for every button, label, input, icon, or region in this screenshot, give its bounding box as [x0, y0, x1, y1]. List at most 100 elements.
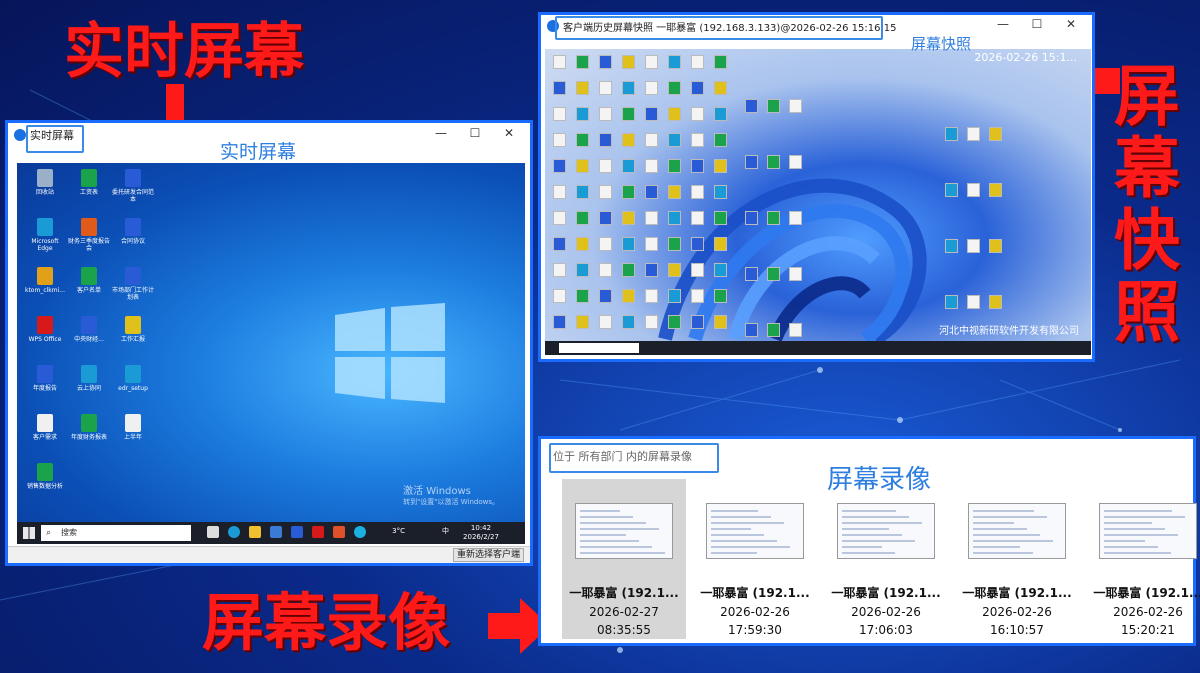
snapshot-window: 客户端历史屏幕快照 一耶暴富 (192.168.3.133)@2026-02-2… — [538, 12, 1095, 362]
desktop-icon[interactable]: 工资表 — [67, 169, 111, 196]
recording-time: 16:10:57 — [990, 623, 1044, 637]
snapshot-desktop-icon — [668, 263, 681, 277]
mail-icon[interactable] — [291, 526, 303, 538]
snapshot-desktop-icon — [714, 159, 727, 173]
snapshot-desktop-icon — [599, 263, 612, 277]
desktop-icon[interactable]: 市场部门工作计划表 — [111, 267, 155, 301]
snapshot-desktop-icon — [645, 185, 658, 199]
recording-item[interactable]: 一耶暴富 (192.1... 2026-02-27 08:35:55 — [562, 479, 686, 639]
thumbnail-line — [1104, 534, 1178, 536]
store-icon[interactable] — [270, 526, 282, 538]
snapshot-big-label: 屏幕快照 — [1114, 60, 1194, 348]
snapshot-desktop-icon — [622, 211, 635, 225]
file-icon — [125, 365, 141, 383]
snapshot-desktop-icon — [553, 81, 566, 95]
snapshot-desktop-icon — [967, 183, 980, 197]
recording-item[interactable]: 一耶暴富 (192.1... 2026-02-26 16:10:57 — [955, 479, 1079, 639]
desktop-icon-label: 工作汇报 — [120, 336, 145, 343]
desktop-icon[interactable]: 合同协议 — [111, 218, 155, 245]
thumbnail-line — [711, 528, 751, 530]
snapshot-desktop-icon — [645, 133, 658, 147]
explorer-icon[interactable] — [249, 526, 261, 538]
desktop-icon-label: 委托研发合同范本 — [111, 189, 154, 203]
desktop-icon-label: 工资表 — [79, 189, 98, 196]
desktop-icon[interactable]: 客户名单 — [67, 267, 111, 294]
maximize-button[interactable]: ☐ — [1020, 17, 1054, 31]
desktop-icon[interactable]: 客户需求 — [23, 414, 67, 441]
minimize-button[interactable]: — — [424, 126, 458, 140]
taskbar-search[interactable]: ⌕ 搜索 — [41, 525, 191, 541]
close-button[interactable]: ✕ — [492, 126, 526, 140]
app-icon-3[interactable] — [354, 526, 366, 538]
recording-date: 2026-02-26 — [851, 605, 921, 619]
edge-icon[interactable] — [228, 526, 240, 538]
snapshot-desktop-icon — [789, 267, 802, 281]
desktop-icon[interactable]: 工作汇报 — [111, 316, 155, 343]
recording-item[interactable]: 一耶暴富 (192.1... 2026-02-26 17:59:30 — [693, 479, 817, 639]
desktop-icon[interactable]: 财务三季度报告会 — [67, 218, 111, 252]
snapshot-desktop-icon — [553, 159, 566, 173]
recording-time: 08:35:55 — [597, 623, 651, 637]
snapshot-desktop-icon — [945, 295, 958, 309]
snapshot-desktop-icon — [691, 159, 704, 173]
thumbnail-line — [711, 540, 777, 542]
desktop-icon[interactable]: 回收站 — [23, 169, 67, 196]
snapshot-desktop-icon — [691, 81, 704, 95]
recording-item[interactable]: 一耶暴富 (192.1... 2026-02-26 17:06:03 — [824, 479, 948, 639]
clock[interactable]: 10:42 2026/2/27 — [461, 524, 501, 542]
file-icon — [37, 169, 53, 187]
desktop-icon[interactable]: edr_setup — [111, 365, 155, 392]
recording-item[interactable]: 一耶暴富 (192.1... 2026-02-26 15:20:21 — [1086, 479, 1200, 639]
snapshot-desktop-icon — [714, 107, 727, 121]
start-icon[interactable] — [23, 527, 35, 539]
desktop-icon[interactable]: Microsoft Edge — [23, 218, 67, 252]
snapshot-desktop-icon — [576, 263, 589, 277]
desktop-icon[interactable]: 年度报告 — [23, 365, 67, 392]
task-view-icon[interactable] — [207, 526, 219, 538]
desktop-icon-label: 年度财务报表 — [70, 434, 107, 441]
recording-thumbnail — [575, 503, 673, 559]
snapshot-desktop-icon — [645, 263, 658, 277]
reselect-client-button[interactable]: 重新选择客户端 — [452, 548, 524, 562]
snapshot-desktop-icon — [714, 237, 727, 251]
thumbnail-line — [1104, 522, 1152, 524]
thumbnail-line — [711, 534, 764, 536]
thumbnail-line — [580, 540, 639, 542]
snapshot-desktop-icon — [767, 155, 780, 169]
maximize-button[interactable]: ☐ — [458, 126, 492, 140]
snapshot-desktop-icon — [789, 155, 802, 169]
close-button[interactable]: ✕ — [1054, 17, 1088, 31]
snapshot-desktop-icon — [745, 155, 758, 169]
thumbnail-line — [580, 534, 626, 536]
snapshot-desktop-icon — [645, 107, 658, 121]
recording-thumbnail — [706, 503, 804, 559]
file-icon — [81, 316, 97, 334]
desktop-icon[interactable]: 上半年 — [111, 414, 155, 441]
taskbar-search-box — [559, 343, 639, 353]
weather-text: 3°C — [392, 527, 405, 535]
wps-icon[interactable] — [312, 526, 324, 538]
recording-name: 一耶暴富 (192.1... — [1093, 586, 1200, 600]
location-highlight — [549, 443, 719, 473]
search-label: 搜索 — [61, 528, 77, 537]
snapshot-desktop-icon — [668, 107, 681, 121]
ime-indicator[interactable]: 中 — [442, 527, 449, 536]
snapshot-desktop-icon — [691, 185, 704, 199]
file-icon — [125, 218, 141, 236]
snapshot-desktop-icon — [576, 315, 589, 329]
desktop-icon[interactable]: 云上协同 — [67, 365, 111, 392]
app-icon-2[interactable] — [333, 526, 345, 538]
desktop-icon[interactable]: 委托研发合同范本 — [111, 169, 155, 203]
desktop-icon[interactable]: 中央财经... — [67, 316, 111, 343]
thumbnail-line — [1104, 540, 1145, 542]
snapshot-desktop-icon — [691, 263, 704, 277]
desktop-icon-label: 财务三季度报告会 — [67, 238, 110, 252]
snapshot-desktop-icon — [789, 323, 802, 337]
taskbar: ⌕ 搜索 3°C 中 10:42 2026/2/27 — [17, 522, 525, 544]
minimize-button[interactable]: — — [986, 17, 1020, 31]
desktop-icon[interactable]: 销售数据分析 — [23, 463, 67, 490]
desktop-icon[interactable]: 年度财务报表 — [67, 414, 111, 441]
desktop-icon[interactable]: ktom_clkmi... — [23, 267, 67, 294]
desktop-icon[interactable]: WPS Office — [23, 316, 67, 343]
desktop-icon-label: ktom_clkmi... — [24, 287, 66, 294]
